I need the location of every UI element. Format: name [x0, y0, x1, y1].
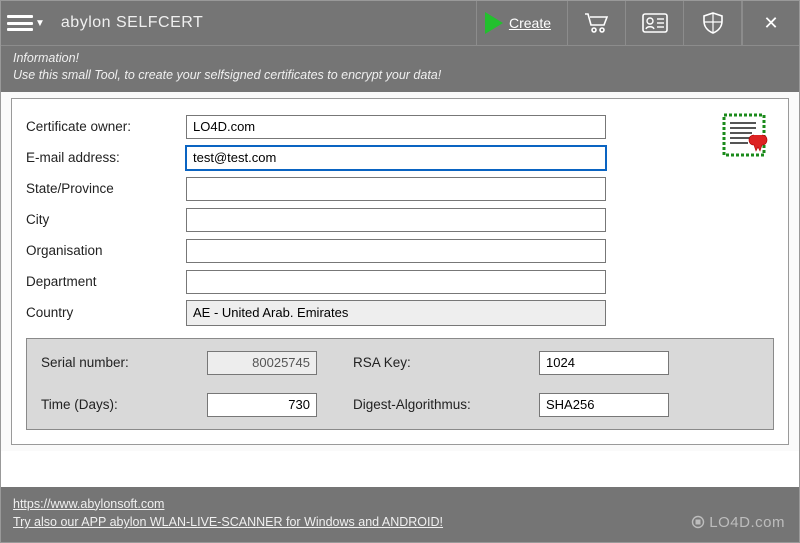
state-label: State/Province: [26, 181, 186, 196]
digest-select[interactable]: SHA256: [539, 393, 669, 417]
menu-button[interactable]: ▼: [1, 1, 51, 45]
city-input[interactable]: [186, 208, 606, 232]
country-select[interactable]: AE - United Arab. Emirates: [186, 300, 606, 326]
country-label: Country: [26, 305, 186, 320]
close-button[interactable]: ✕: [741, 1, 799, 45]
footer-link-website[interactable]: https://www.abylonsoft.com: [13, 497, 164, 511]
email-label: E-mail address:: [26, 150, 186, 165]
id-card-icon: [642, 13, 668, 33]
watermark: LO4D.com: [691, 512, 785, 535]
footer: https://www.abylonsoft.com Try also our …: [1, 487, 799, 543]
digest-label: Digest-Algorithmus:: [353, 397, 513, 412]
certificate-icon: [722, 113, 770, 160]
titlebar: ▼ abylon SELFCERT Create ✕: [1, 1, 799, 45]
hamburger-icon: [7, 13, 33, 33]
info-heading: Information!: [13, 50, 787, 67]
chevron-down-icon: ▼: [35, 18, 45, 29]
form-box: Certificate owner: E-mail address: State…: [11, 98, 789, 445]
owner-label: Certificate owner:: [26, 119, 186, 134]
info-text: Use this small Tool, to create your self…: [13, 67, 787, 84]
serial-input: [207, 351, 317, 375]
org-label: Organisation: [26, 243, 186, 258]
app-title: abylon SELFCERT: [51, 1, 213, 45]
org-input[interactable]: [186, 239, 606, 263]
info-panel: Information! Use this small Tool, to cre…: [1, 45, 799, 92]
cart-button[interactable]: [567, 1, 625, 45]
dept-input[interactable]: [186, 270, 606, 294]
footer-link-app[interactable]: Try also our APP abylon WLAN-LIVE-SCANNE…: [13, 515, 443, 529]
rsa-label: RSA Key:: [353, 355, 513, 370]
create-button[interactable]: Create: [476, 1, 567, 45]
shield-button[interactable]: [683, 1, 741, 45]
time-label: Time (Days):: [41, 397, 181, 412]
main-area: Certificate owner: E-mail address: State…: [1, 92, 799, 451]
dept-label: Department: [26, 274, 186, 289]
time-input[interactable]: [207, 393, 317, 417]
city-label: City: [26, 212, 186, 227]
cart-icon: [584, 12, 610, 34]
owner-input[interactable]: [186, 115, 606, 139]
create-button-label: Create: [509, 15, 551, 31]
state-input[interactable]: [186, 177, 606, 201]
shield-icon: [701, 11, 725, 35]
play-icon: [485, 12, 503, 34]
email-input[interactable]: [186, 146, 606, 170]
serial-label: Serial number:: [41, 355, 181, 370]
rsa-select[interactable]: 1024: [539, 351, 669, 375]
close-icon: ✕: [763, 13, 778, 34]
id-card-button[interactable]: [625, 1, 683, 45]
advanced-box: Serial number: RSA Key: 1024 Time (Days)…: [26, 338, 774, 430]
